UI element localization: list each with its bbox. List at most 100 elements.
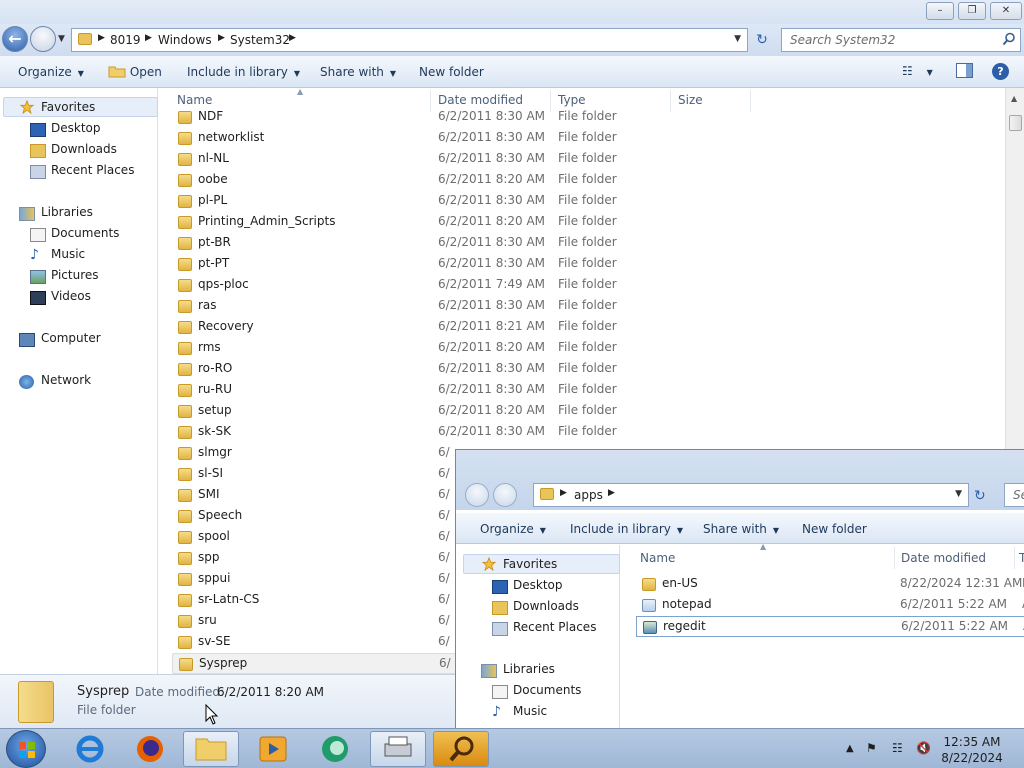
list-item[interactable]: oobe 6/2/2011 8:20 AM File folder xyxy=(172,170,772,191)
breadcrumb-system32[interactable]: System32 xyxy=(230,33,290,47)
breadcrumb-8019[interactable]: 8019 xyxy=(110,33,141,47)
nav-libraries[interactable]: Libraries xyxy=(41,205,93,219)
nav-libraries[interactable]: Libraries xyxy=(503,662,555,676)
nav-downloads[interactable]: Downloads xyxy=(51,142,117,156)
breadcrumb-separator-icon[interactable]: ▶ xyxy=(560,488,567,498)
column-header-name[interactable]: Name xyxy=(177,93,212,107)
column-header-type[interactable]: Type xyxy=(558,93,586,107)
organize-button[interactable]: Organize ▼ xyxy=(18,65,84,79)
close-button[interactable]: ✕ xyxy=(990,2,1022,20)
title-bar[interactable]: – ❐ ✕ xyxy=(0,0,1024,24)
list-item[interactable]: notepad 6/2/2011 5:22 AM A xyxy=(636,595,1024,616)
new-folder-button[interactable]: New folder xyxy=(802,522,867,536)
address-dropdown-icon[interactable]: ▼ xyxy=(734,34,741,44)
list-item[interactable]: networklist 6/2/2011 8:30 AM File folder xyxy=(172,128,772,149)
list-item[interactable]: ru-RU 6/2/2011 8:30 AM File folder xyxy=(172,380,772,401)
organize-button[interactable]: Organize ▼ xyxy=(480,522,546,536)
forward-button[interactable] xyxy=(30,26,56,52)
list-item[interactable]: pl-PL 6/2/2011 8:30 AM File folder xyxy=(172,191,772,212)
list-item[interactable]: Printing_Admin_Scripts 6/2/2011 8:20 AM Fi… xyxy=(172,212,772,233)
share-with-button[interactable]: Share with ▼ xyxy=(320,65,396,79)
network-tray-icon[interactable]: ☷ xyxy=(892,741,903,755)
taskbar-ie[interactable] xyxy=(62,731,118,767)
minimize-button[interactable]: – xyxy=(926,2,954,20)
share-with-button[interactable]: Share with ▼ xyxy=(703,522,779,536)
column-header-date-modified[interactable]: Date modified xyxy=(901,551,986,565)
nav-recent-places[interactable]: Recent Places xyxy=(51,163,134,177)
list-item[interactable]: qps-ploc 6/2/2011 7:49 AM File folder xyxy=(172,275,772,296)
change-view-icon[interactable]: ☷ ▼ xyxy=(902,64,933,78)
list-item[interactable]: pt-BR 6/2/2011 8:30 AM File folder xyxy=(172,233,772,254)
search-icon[interactable] xyxy=(1002,32,1016,46)
search-input[interactable]: Se xyxy=(1004,483,1024,507)
nav-music[interactable]: Music xyxy=(513,704,547,718)
scrollbar-thumb[interactable] xyxy=(1009,115,1022,131)
scroll-up-arrow-icon[interactable]: ▲ xyxy=(1011,94,1017,103)
start-button[interactable] xyxy=(6,730,46,768)
nav-recent-places[interactable]: Recent Places xyxy=(513,620,596,634)
nav-documents[interactable]: Documents xyxy=(51,226,119,240)
breadcrumb-windows[interactable]: Windows xyxy=(158,33,212,47)
breadcrumb-separator-icon[interactable]: ▶ xyxy=(98,33,105,43)
forward-button[interactable] xyxy=(493,483,517,507)
list-item[interactable]: pt-PT 6/2/2011 8:30 AM File folder xyxy=(172,254,772,275)
nav-network[interactable]: Network xyxy=(41,373,91,387)
breadcrumb-separator-icon[interactable]: ▶ xyxy=(218,33,225,43)
list-item[interactable]: ro-RO 6/2/2011 8:30 AM File folder xyxy=(172,359,772,380)
address-field[interactable]: ▶ apps ▶ ▼ xyxy=(533,483,969,507)
nav-music[interactable]: Music xyxy=(51,247,85,261)
nav-documents[interactable]: Documents xyxy=(513,683,581,697)
taskbar-printer[interactable] xyxy=(370,731,426,767)
list-item[interactable]: en-US 8/22/2024 12:31 AM F xyxy=(636,574,1024,595)
taskbar-firefox[interactable] xyxy=(122,731,178,767)
recent-pages-dropdown[interactable]: ▼ xyxy=(58,34,65,44)
back-button[interactable]: ← xyxy=(2,26,28,52)
list-item[interactable]: nl-NL 6/2/2011 8:30 AM File folder xyxy=(172,149,772,170)
refresh-icon[interactable]: ↻ xyxy=(974,488,986,504)
nav-computer[interactable]: Computer xyxy=(41,331,101,345)
system-clock[interactable]: 12:35 AM 8/22/2024 xyxy=(937,734,1007,766)
show-hidden-icons-icon[interactable]: ▲ xyxy=(846,743,854,754)
column-divider[interactable] xyxy=(1014,547,1015,569)
list-item[interactable]: sk-SK 6/2/2011 8:30 AM File folder xyxy=(172,422,772,443)
taskbar-explorer[interactable] xyxy=(183,731,239,767)
nav-videos[interactable]: Videos xyxy=(51,289,91,303)
address-dropdown-icon[interactable]: ▼ xyxy=(955,489,962,499)
action-center-flag-icon[interactable]: ⚑ xyxy=(866,741,877,755)
list-item[interactable]: NDF 6/2/2011 8:30 AM File folder xyxy=(172,107,772,128)
preview-pane-icon[interactable] xyxy=(956,63,973,78)
column-header-name[interactable]: Name xyxy=(640,551,675,565)
breadcrumb-apps[interactable]: apps xyxy=(574,488,603,502)
list-item[interactable]: Recovery 6/2/2011 8:21 AM File folder xyxy=(172,317,772,338)
breadcrumb-separator-icon[interactable]: ▶ xyxy=(608,488,615,498)
include-in-library-button[interactable]: Include in library ▼ xyxy=(187,65,300,79)
search-input[interactable]: Search System32 xyxy=(781,28,1021,52)
nav-downloads[interactable]: Downloads xyxy=(513,599,579,613)
taskbar-search-tool[interactable] xyxy=(433,731,489,767)
nav-desktop[interactable]: Desktop xyxy=(51,121,101,135)
open-button[interactable]: Open xyxy=(108,65,162,79)
include-in-library-button[interactable]: Include in library ▼ xyxy=(570,522,683,536)
address-field[interactable]: ▶ 8019 ▶ Windows ▶ System32 ▶ ▼ xyxy=(71,28,748,52)
back-button[interactable] xyxy=(465,483,489,507)
column-header-size[interactable]: Size xyxy=(678,93,703,107)
column-header-type[interactable]: T xyxy=(1019,551,1024,565)
nav-pictures[interactable]: Pictures xyxy=(51,268,99,282)
volume-muted-icon[interactable]: 🔇 xyxy=(916,741,931,755)
nav-favorites[interactable]: Favorites xyxy=(503,557,557,571)
column-header-date-modified[interactable]: Date modified xyxy=(438,93,523,107)
new-folder-button[interactable]: New folder xyxy=(419,65,484,79)
nav-favorites[interactable]: Favorites xyxy=(41,100,95,114)
breadcrumb-separator-icon[interactable]: ▶ xyxy=(145,33,152,43)
list-item[interactable]: ras 6/2/2011 8:30 AM File folder xyxy=(172,296,772,317)
maximize-button[interactable]: ❐ xyxy=(958,2,986,20)
taskbar-media-player[interactable] xyxy=(245,731,301,767)
breadcrumb-separator-icon[interactable]: ▶ xyxy=(289,33,296,43)
taskbar-app-green[interactable] xyxy=(307,731,363,767)
column-divider[interactable] xyxy=(894,547,895,569)
nav-desktop[interactable]: Desktop xyxy=(513,578,563,592)
list-item[interactable]: setup 6/2/2011 8:20 AM File folder xyxy=(172,401,772,422)
help-icon[interactable]: ? xyxy=(992,63,1009,80)
list-item[interactable]: regedit 6/2/2011 5:22 AM A xyxy=(636,616,1024,637)
refresh-icon[interactable]: ↻ xyxy=(752,32,772,50)
